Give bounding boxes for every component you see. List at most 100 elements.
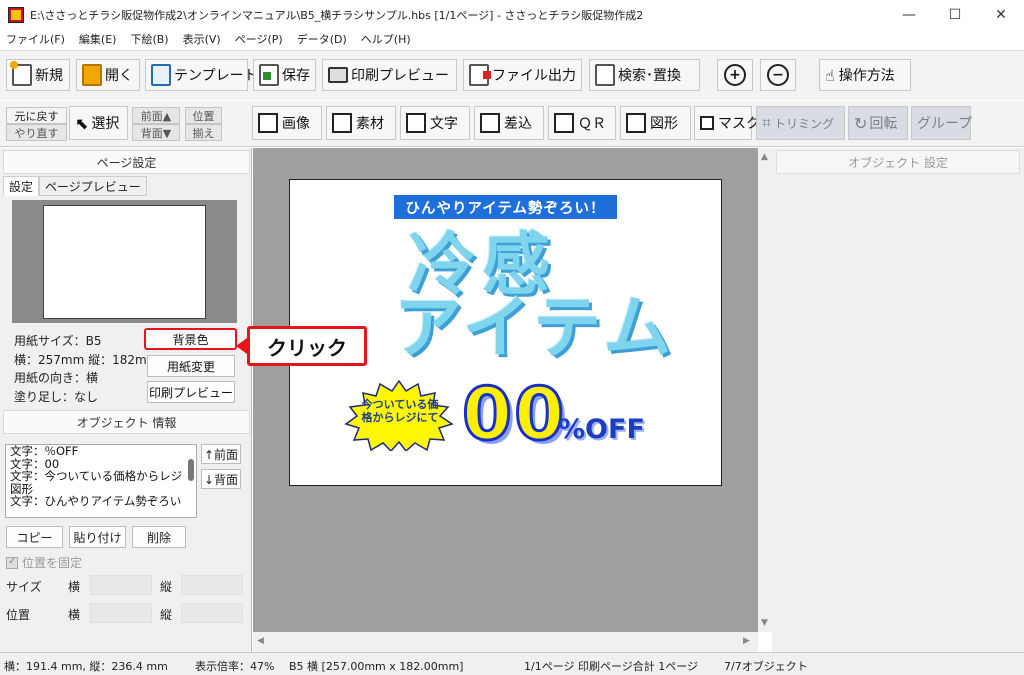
scroll-up-icon[interactable]: ▲ — [761, 152, 768, 162]
size-height-field[interactable] — [181, 575, 243, 595]
lock-position-checkbox[interactable] — [6, 556, 18, 569]
maximize-button[interactable]: ☐ — [932, 0, 978, 30]
zoom-out-button[interactable]: − — [760, 59, 796, 91]
print-preview-button[interactable]: 印刷プレビュー — [322, 59, 457, 91]
list-item[interactable]: 文字：％OFF — [6, 445, 196, 458]
discount-number[interactable]: 00 — [460, 377, 566, 452]
orientation-info: 用紙の向き：横 — [14, 371, 99, 385]
rotate-button[interactable]: ↻ 回転 — [848, 106, 908, 140]
qr-button[interactable]: ＱＲ — [548, 106, 616, 140]
save-button[interactable]: 保存 — [253, 59, 316, 91]
object-list[interactable]: 文字：％OFF 文字：00 文字：今ついている価格からレジ 図形 文字：ひんやり… — [5, 444, 197, 518]
list-item[interactable]: 文字：ひんやりアイテム勢ぞろい — [6, 495, 196, 508]
discount-suffix[interactable]: %OFF — [558, 414, 645, 445]
text-icon — [406, 113, 426, 133]
tab-settings[interactable]: 設定 — [3, 176, 40, 196]
align-button-bottom[interactable]: 揃え — [185, 124, 222, 141]
menu-file[interactable]: ファイル(F) — [6, 31, 65, 47]
new-button[interactable]: 新規 — [6, 59, 70, 91]
back-button[interactable]: 背面▼ — [132, 124, 180, 141]
window-controls: — ☐ ✕ — [886, 0, 1024, 30]
shape-button[interactable]: 図形 — [620, 106, 691, 140]
print-preview-side-button[interactable]: 印刷プレビュー — [147, 381, 235, 403]
tab-page-preview[interactable]: ページプレビュー — [39, 176, 147, 196]
front-button[interactable]: 前面▲ — [132, 107, 180, 124]
scroll-left-icon[interactable]: ◀ — [257, 636, 264, 646]
merge-button[interactable]: 差込 — [474, 106, 544, 140]
select-button[interactable]: ⬉ 選択 — [69, 106, 128, 140]
align-button-top[interactable]: 位置 — [185, 107, 222, 124]
scroll-down-icon[interactable]: ▼ — [761, 618, 768, 628]
object-list-scrollbar[interactable] — [188, 459, 194, 481]
position-x-field[interactable] — [90, 603, 152, 623]
flyer-banner[interactable]: ひんやりアイテム勢ぞろい！ — [394, 195, 617, 219]
how-to-button[interactable]: ☝ 操作方法 — [819, 59, 911, 91]
template-button[interactable]: テンプレート — [145, 59, 258, 91]
shape-icon — [626, 113, 646, 133]
flyer-title-line2[interactable]: アイテム — [394, 295, 675, 363]
qr-label: ＱＲ — [578, 116, 606, 132]
cursor-position-status: 横：191.4 mm, 縦：236.4 mm — [4, 660, 168, 673]
how-to-label: 操作方法 — [838, 68, 895, 84]
object-info-header: オブジェクト 情報 — [3, 410, 250, 434]
scroll-right-icon[interactable]: ▶ — [743, 636, 750, 646]
file-export-button[interactable]: ファイル出力 — [463, 59, 582, 91]
menu-help[interactable]: ヘルプ(H) — [361, 31, 411, 47]
size-height-label: 縦 — [160, 580, 173, 594]
starburst-text[interactable]: 今ついている価格からレジにて — [360, 398, 440, 424]
window-title: E:\ささっとチラシ販促物作成2\オンラインマニュアル\B5_横チラシサンプル.… — [30, 9, 644, 22]
close-button[interactable]: ✕ — [978, 0, 1024, 30]
vertical-scrollbar[interactable]: ▲ ▼ — [758, 148, 772, 632]
position-label: 位置 — [6, 608, 31, 622]
redo-button[interactable]: やり直す — [6, 124, 67, 141]
open-button[interactable]: 開く — [76, 59, 140, 91]
material-label: 素材 — [356, 116, 384, 132]
minimize-button[interactable]: — — [886, 0, 932, 30]
page-status: 1/1ページ 印刷ページ合計 1ページ — [524, 660, 699, 673]
rotate-icon: ↻ — [854, 113, 868, 133]
menu-data[interactable]: データ(D) — [297, 31, 347, 47]
zoom-out-icon: − — [767, 64, 789, 86]
search-replace-label: 検索･置換 — [618, 68, 681, 84]
bleed-info: 塗り足し：なし — [14, 390, 99, 404]
page-thumbnail[interactable] — [43, 205, 206, 319]
change-paper-button[interactable]: 用紙変更 — [147, 355, 235, 377]
template-button-label: テンプレート — [174, 68, 258, 84]
image-label: 画像 — [282, 116, 310, 132]
bring-front-button[interactable]: ↑前面 — [201, 444, 241, 464]
text-button[interactable]: 文字 — [400, 106, 470, 140]
background-color-button[interactable]: 背景色 — [144, 328, 237, 350]
size-width-field[interactable] — [90, 575, 152, 595]
app-icon — [8, 7, 24, 23]
menu-underlay[interactable]: 下絵(B) — [130, 31, 168, 47]
delete-button[interactable]: 削除 — [132, 526, 186, 548]
position-y-field[interactable] — [181, 603, 243, 623]
menu-page[interactable]: ページ(P) — [235, 31, 283, 47]
menu-bar: ファイル(F) 編集(E) 下絵(B) 表示(V) ページ(P) データ(D) … — [0, 30, 1024, 48]
save-button-label: 保存 — [282, 68, 310, 84]
send-back-button[interactable]: ↓背面 — [201, 469, 241, 489]
search-replace-button[interactable]: 検索･置換 — [589, 59, 700, 91]
material-button[interactable]: 素材 — [326, 106, 396, 140]
page-preview-area — [12, 200, 237, 323]
menu-view[interactable]: 表示(V) — [183, 31, 221, 47]
trimming-button[interactable]: ⌗ トリミング — [756, 106, 845, 140]
copy-button[interactable]: コピー — [6, 526, 63, 548]
material-icon — [332, 113, 352, 133]
title-bar: E:\ささっとチラシ販促物作成2\オンラインマニュアル\B5_横チラシサンプル.… — [0, 0, 1024, 30]
paper-size-info: 用紙サイズ：B5 — [14, 334, 102, 348]
position-y-label: 縦 — [160, 608, 173, 622]
merge-label: 差込 — [504, 116, 532, 132]
file-export-label: ファイル出力 — [492, 68, 576, 84]
list-item[interactable]: 文字：今ついている価格からレジ — [6, 470, 196, 483]
mask-button[interactable]: マスク — [694, 106, 760, 140]
open-folder-icon — [82, 64, 102, 86]
zoom-in-button[interactable]: + — [717, 59, 753, 91]
paste-button[interactable]: 貼り付け — [69, 526, 126, 548]
menu-edit[interactable]: 編集(E) — [79, 31, 117, 47]
group-button[interactable]: グループ — [911, 106, 972, 140]
undo-button[interactable]: 元に戻す — [6, 107, 67, 124]
image-button[interactable]: 画像 — [252, 106, 322, 140]
horizontal-scrollbar[interactable]: ◀ ▶ — [253, 632, 758, 652]
new-button-label: 新規 — [35, 68, 63, 84]
